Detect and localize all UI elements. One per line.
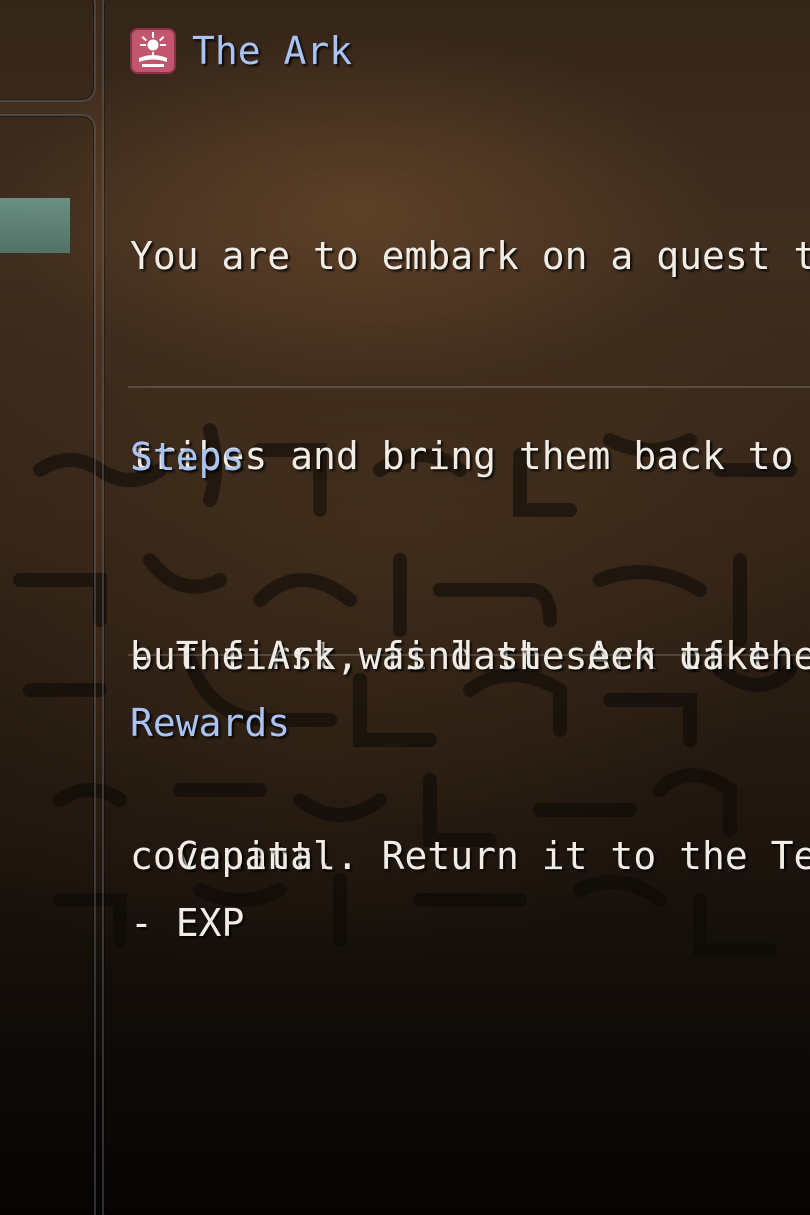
steps-heading: Steps xyxy=(130,435,245,479)
rewards-heading: Rewards xyxy=(130,701,291,745)
rewards-list: - EXP xyxy=(130,757,244,1090)
description-line: You are to embark on a quest to xyxy=(130,234,810,279)
divider xyxy=(128,654,810,656)
quest-journal-screen: The Ark You are to embark on a quest to … xyxy=(0,0,810,1215)
quest-list-selected-item[interactable] xyxy=(0,198,70,253)
quest-title: The Ark xyxy=(192,29,353,73)
quest-list-panel xyxy=(0,114,96,1215)
step-line: - The Ark was last seen taken t xyxy=(130,634,810,679)
quest-title-row: The Ark xyxy=(130,26,352,76)
reward-line: - EXP xyxy=(130,901,245,946)
divider xyxy=(128,386,810,388)
sun-emblem-icon xyxy=(130,28,176,74)
left-top-panel xyxy=(0,0,96,102)
